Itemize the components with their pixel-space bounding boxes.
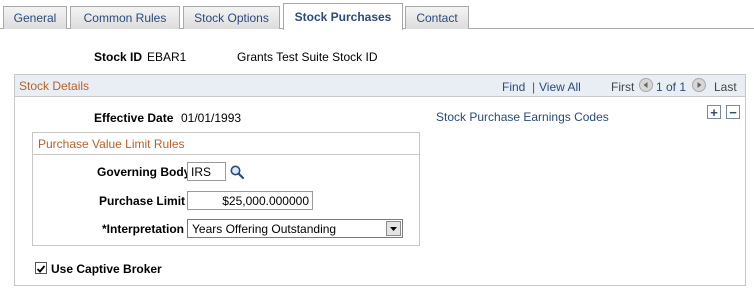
purchase-limit-label: Purchase Limit [99,194,186,208]
checkmark-icon [36,265,46,273]
find-link[interactable]: Find [502,80,525,94]
view-all-link[interactable]: View All [539,80,581,94]
chevron-down-icon[interactable] [386,221,401,236]
remove-row-button[interactable]: − [726,105,740,119]
governing-body-input[interactable]: IRS [187,162,226,181]
stock-description: Grants Test Suite Stock ID [237,50,378,64]
row-range: 1 of 1 [656,80,687,94]
stock-details-header: Stock Details Find | View All First 1 of… [15,75,745,97]
interpretation-value: Years Offering Outstanding [192,222,337,236]
tab-contact[interactable]: Contact [405,6,469,29]
earnings-codes-link[interactable]: Stock Purchase Earnings Codes [436,110,609,124]
purchase-limit-input[interactable]: $25,000.000000 [187,191,313,210]
arrow-right-icon [697,82,702,88]
purchase-value-limit-title: Purchase Value Limit Rules [33,133,419,155]
tab-common-rules[interactable]: Common Rules [70,6,180,29]
nav-separator: | [532,80,536,94]
tab-stock-options[interactable]: Stock Options [183,6,280,29]
stock-details-title: Stock Details [19,79,90,93]
tab-general[interactable]: General [3,6,67,29]
use-captive-broker-checkbox[interactable] [35,262,47,274]
purchase-value-limit-box: Purchase Value Limit Rules Governing Bod… [32,132,420,246]
interpretation-select[interactable]: Years Offering Outstanding [187,219,403,238]
add-row-button[interactable]: + [707,105,721,119]
effective-date-label: Effective Date [94,111,174,125]
previous-row-button[interactable] [639,78,653,92]
tab-bar: General Common Rules Stock Options Stock… [0,0,754,30]
effective-date-value: 01/01/1993 [181,111,242,125]
stock-details-box: Stock Details Find | View All First 1 of… [14,74,746,286]
first-label: First [611,80,635,94]
stock-id-label: Stock ID [94,50,143,64]
arrow-left-icon [643,82,648,88]
next-row-button[interactable] [692,78,706,92]
governing-body-label: Governing Body [97,165,191,179]
last-label: Last [714,80,737,94]
interpretation-label: *Interpretation [102,222,185,236]
tab-stock-purchases[interactable]: Stock Purchases [283,3,403,30]
stock-id-value: EBAR1 [147,50,187,64]
use-captive-broker-label: Use Captive Broker [51,262,162,276]
lookup-icon[interactable] [229,164,245,180]
